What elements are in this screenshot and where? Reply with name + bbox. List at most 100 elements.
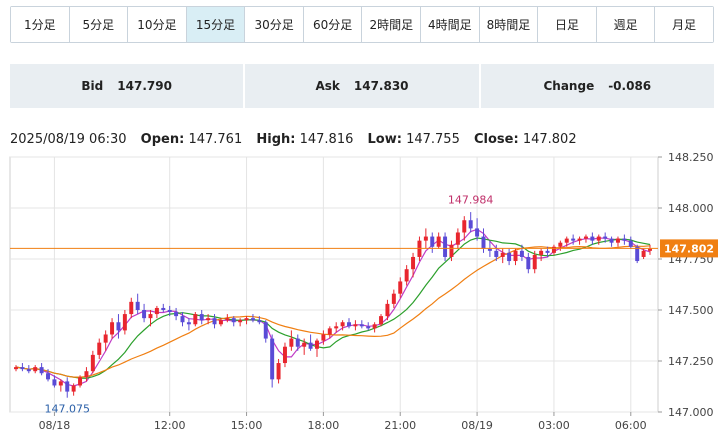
close-value: 147.802 [522, 132, 577, 147]
candle-body [302, 342, 307, 347]
candle-body [487, 248, 492, 251]
candle-body [20, 367, 25, 370]
timeframe-tab[interactable]: 30分足 [244, 7, 303, 42]
timeframe-tab[interactable]: 4時間足 [420, 7, 479, 42]
y-tick-label: 147.500 [668, 304, 714, 317]
timeframe-tab[interactable]: 15分足 [185, 7, 245, 42]
timeframe-tab[interactable]: 10分足 [127, 7, 186, 42]
candle-body [289, 338, 294, 347]
candle-body [206, 318, 211, 321]
x-tick-label: 08/18 [39, 419, 71, 432]
x-tick-label: 21:00 [384, 419, 416, 432]
ask-cell: Ask 147.830 [245, 64, 479, 108]
candle-body [609, 238, 614, 243]
candle-body [500, 252, 505, 257]
ohlc-readout: 2025/08/19 06:30 Open: 147.761 High: 147… [10, 132, 577, 147]
change-cell: Change -0.086 [480, 64, 714, 108]
candle-body [494, 250, 499, 257]
candle [193, 312, 198, 327]
candle-body [340, 322, 345, 327]
candle-body [423, 236, 428, 241]
timeframe-tab[interactable]: 日足 [537, 7, 596, 42]
candle [635, 244, 640, 264]
candle-body [455, 232, 460, 245]
bid-cell: Bid 147.790 [10, 64, 244, 108]
x-tick-label: 12:00 [154, 419, 186, 432]
candle-body [103, 334, 108, 343]
candle-body [526, 256, 531, 270]
timeframe-tabs: 1分足 5分足 10分足 15分足 30分足 60分足 2時間足 4時間足 8時間足 日足 週足 月足 [10, 6, 714, 43]
candle-body [583, 236, 588, 239]
price-chart[interactable]: 148.250148.000147.750147.500147.250147.0… [0, 150, 720, 437]
candle-body [449, 244, 454, 257]
candle-body [443, 236, 448, 257]
low-value: 147.755 [406, 132, 460, 147]
candle-body [263, 322, 268, 339]
ask-value: 147.830 [353, 79, 409, 93]
candle-body [84, 371, 89, 378]
timeframe-tab[interactable]: 月足 [654, 7, 713, 42]
candle-body [590, 236, 595, 241]
candle-body [148, 314, 153, 319]
change-label: Change [543, 79, 595, 93]
low-label: Low: [367, 132, 402, 147]
y-tick-label: 147.250 [668, 355, 714, 368]
candle-body [462, 220, 467, 233]
candle-body [379, 316, 384, 325]
high-label: High: [256, 132, 296, 147]
candle-body [513, 250, 518, 262]
candle-body [308, 342, 313, 349]
candle-body [385, 303, 390, 317]
candle-body [167, 310, 172, 313]
candle-body [603, 236, 608, 239]
candle-body [78, 377, 83, 386]
candle-body [327, 328, 332, 335]
candle-body [116, 322, 121, 331]
candle-body [545, 250, 550, 253]
ask-label: Ask [315, 79, 340, 93]
timeframe-tab[interactable]: 60分足 [302, 7, 362, 42]
candle-body [481, 236, 486, 249]
candle-body [212, 318, 217, 325]
candle-body [26, 369, 31, 372]
current-price-label: 147.802 [664, 242, 714, 255]
x-tick-label: 03:00 [538, 419, 570, 432]
candle-body [218, 320, 223, 325]
candle-body [110, 322, 115, 335]
timeframe-tab[interactable]: 5分足 [68, 7, 128, 42]
timeframe-tab[interactable]: 8時間足 [478, 7, 538, 42]
candle-body [180, 316, 185, 323]
high-annotation: 147.984 [448, 193, 494, 206]
open-label: Open: [140, 132, 185, 147]
candle-body [52, 379, 57, 386]
timeframe-tab[interactable]: 1分足 [11, 7, 69, 42]
candle-body [295, 338, 300, 347]
timeframe-tab[interactable]: 2時間足 [361, 7, 421, 42]
candle-body [615, 238, 620, 243]
quote-bar: Bid 147.790 Ask 147.830 Change -0.086 [10, 64, 714, 108]
candle-body [142, 310, 147, 319]
candle-body [129, 301, 134, 315]
candle-body [257, 320, 262, 323]
candle-body [315, 340, 319, 349]
candle-body [507, 252, 512, 262]
candle-body [411, 256, 416, 270]
candle-body [475, 228, 480, 237]
timeframe-tab[interactable]: 週足 [595, 7, 655, 42]
candle [443, 232, 448, 262]
candle-body [321, 334, 326, 341]
candle-body [186, 322, 191, 325]
change-value: -0.086 [608, 79, 652, 93]
candle-body [33, 367, 38, 372]
candle-body [564, 238, 569, 243]
y-tick-label: 147.000 [668, 406, 714, 419]
candle-body [193, 314, 198, 325]
candle-body [347, 322, 351, 327]
candle-body [628, 240, 633, 247]
candle-body [225, 318, 230, 321]
candle-body [270, 338, 275, 380]
y-tick-label: 148.000 [668, 202, 714, 215]
bid-value: 147.790 [117, 79, 172, 93]
x-tick-label: 08/19 [461, 419, 493, 432]
candle-body [135, 301, 140, 310]
